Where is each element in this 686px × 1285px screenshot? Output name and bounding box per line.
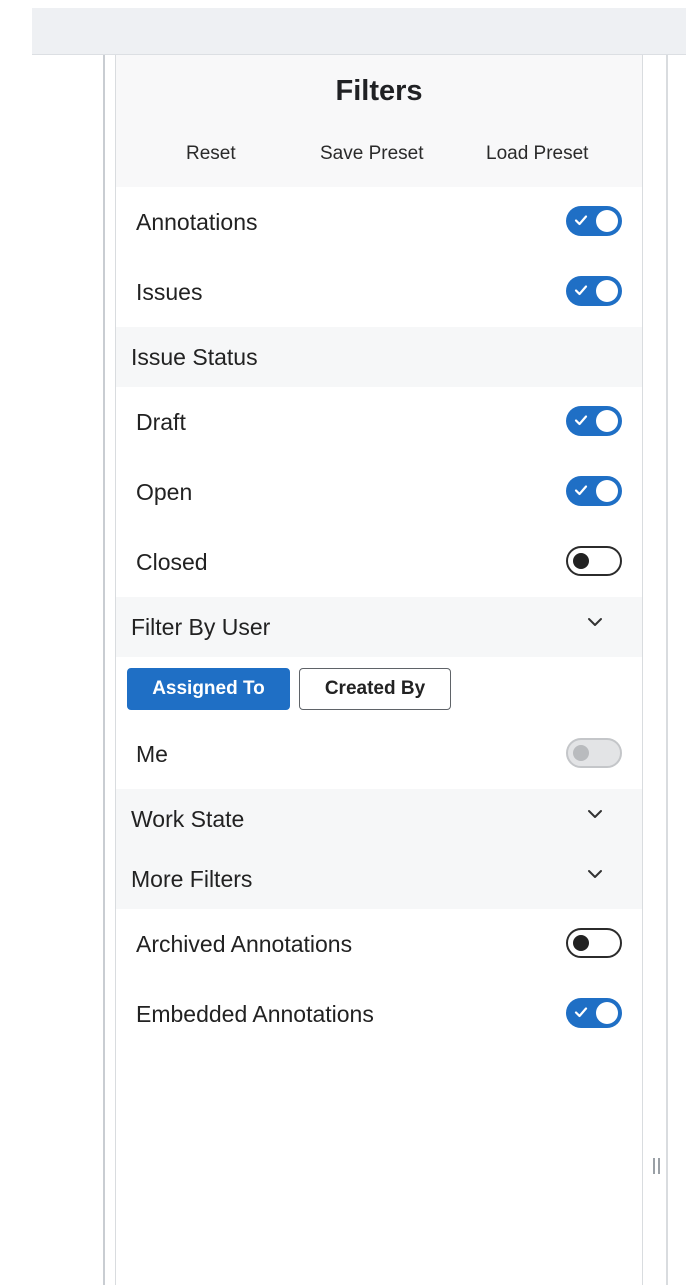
load-preset-button[interactable]: Load Preset xyxy=(486,143,588,165)
chevron-down-icon[interactable] xyxy=(586,613,604,631)
toggle-knob xyxy=(596,410,618,432)
check-icon xyxy=(574,415,588,426)
reset-button[interactable]: Reset xyxy=(186,143,236,165)
toggle-knob xyxy=(596,210,618,232)
open-row: Open xyxy=(116,457,642,527)
draft-toggle[interactable] xyxy=(566,406,622,436)
annotations-label: Annotations xyxy=(136,209,258,235)
draft-row: Draft xyxy=(116,387,642,457)
grip-line xyxy=(653,1158,655,1174)
created-by-tab[interactable]: Created By xyxy=(299,668,451,710)
toggle-knob xyxy=(573,935,589,951)
embedded-annotations-label: Embedded Annotations xyxy=(136,1001,374,1027)
filters-panel: Filters Reset Save Preset Load Preset An… xyxy=(115,55,643,1285)
issues-row: Issues xyxy=(116,257,642,327)
embedded-annotations-toggle[interactable] xyxy=(566,998,622,1028)
archived-annotations-toggle[interactable] xyxy=(566,928,622,958)
issues-label: Issues xyxy=(136,279,203,305)
archived-annotations-row: Archived Annotations xyxy=(116,909,642,979)
check-icon xyxy=(574,285,588,296)
grip-line xyxy=(658,1158,660,1174)
toggle-knob xyxy=(573,745,589,761)
issue-status-section: Issue Status xyxy=(116,327,642,387)
top-toolbar xyxy=(32,8,686,55)
open-label: Open xyxy=(136,479,193,505)
toggle-knob xyxy=(596,480,618,502)
issues-toggle[interactable] xyxy=(566,276,622,306)
check-icon xyxy=(574,485,588,496)
closed-row: Closed xyxy=(116,527,642,597)
issue-status-label: Issue Status xyxy=(131,344,258,370)
right-divider xyxy=(666,55,668,1285)
more-filters-label: More Filters xyxy=(131,866,253,892)
annotations-row: Annotations xyxy=(116,187,642,257)
filter-by-user-section[interactable]: Filter By User xyxy=(116,597,642,657)
resize-handle[interactable] xyxy=(653,1158,660,1174)
filters-header: Filters Reset Save Preset Load Preset xyxy=(116,55,642,187)
left-divider xyxy=(103,55,105,1285)
save-preset-button[interactable]: Save Preset xyxy=(320,143,424,165)
filter-by-user-label: Filter By User xyxy=(131,614,271,640)
assigned-to-tab[interactable]: Assigned To xyxy=(127,668,290,710)
closed-toggle[interactable] xyxy=(566,546,622,576)
embedded-annotations-row: Embedded Annotations xyxy=(116,979,642,1049)
toggle-knob xyxy=(596,280,618,302)
chevron-down-icon[interactable] xyxy=(586,865,604,883)
open-toggle[interactable] xyxy=(566,476,622,506)
me-row: Me xyxy=(116,719,642,789)
toggle-knob xyxy=(596,1002,618,1024)
annotations-toggle[interactable] xyxy=(566,206,622,236)
archived-annotations-label: Archived Annotations xyxy=(136,931,353,957)
work-state-section[interactable]: Work State xyxy=(116,789,642,849)
panel-title: Filters xyxy=(335,75,423,107)
toggle-knob xyxy=(573,553,589,569)
check-icon xyxy=(574,215,588,226)
preset-actions: Reset Save Preset Load Preset xyxy=(116,143,642,167)
user-filter-tabs: Assigned To Created By xyxy=(116,657,642,719)
more-filters-section[interactable]: More Filters xyxy=(116,849,642,909)
work-state-label: Work State xyxy=(131,806,245,832)
check-icon xyxy=(574,1007,588,1018)
closed-label: Closed xyxy=(136,549,208,575)
me-label: Me xyxy=(136,741,168,767)
draft-label: Draft xyxy=(136,409,186,435)
chevron-down-icon[interactable] xyxy=(586,805,604,823)
me-toggle[interactable] xyxy=(566,738,622,768)
